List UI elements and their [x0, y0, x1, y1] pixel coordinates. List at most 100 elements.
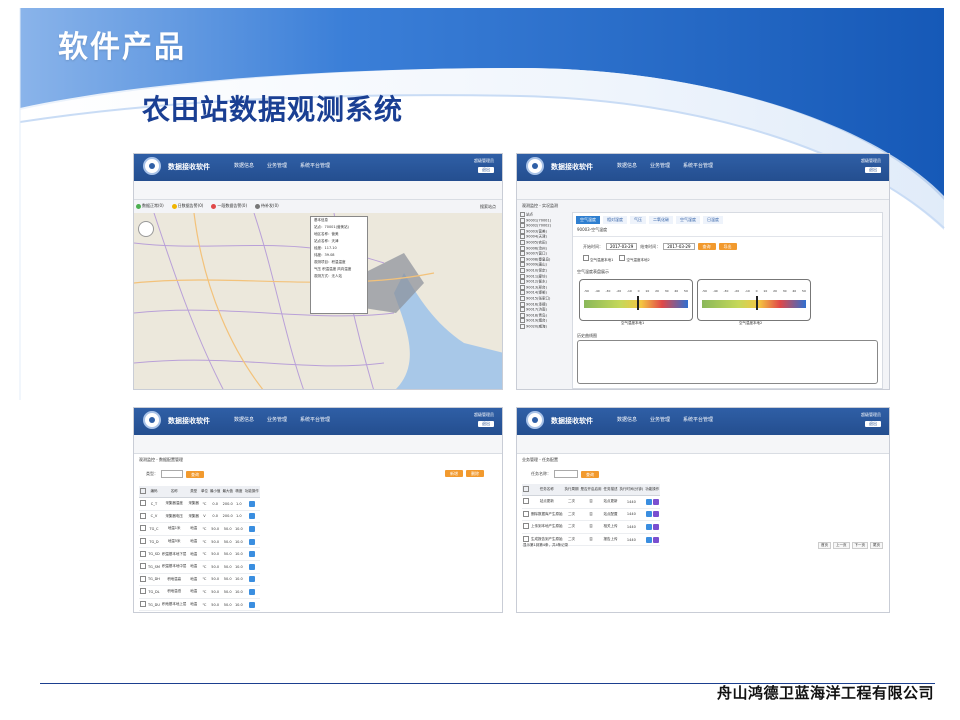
row-checkbox[interactable] — [140, 550, 146, 557]
delete-icon[interactable] — [652, 523, 659, 530]
nav-system[interactable]: 系统平台管理 — [683, 162, 713, 169]
nav-business[interactable]: 业务管理 — [650, 162, 670, 169]
delete-icon[interactable] — [652, 511, 659, 518]
table-row[interactable]: TG_SD 积温基本地下层 地温 ℃ 50.0 50.0 10.0 — [139, 547, 260, 561]
pager-button[interactable]: 尾页 — [870, 542, 883, 549]
row-checkbox-cell[interactable] — [522, 520, 530, 534]
select-all-checkbox[interactable] — [523, 486, 529, 492]
row-checkbox[interactable] — [523, 510, 529, 517]
table-row[interactable]: TG_SM 积温基本地中层 地温 ℃ 50.0 50.0 10.0 — [139, 560, 260, 574]
table-row[interactable]: TG_DL 积地温低 地温 ℃ 50.0 50.0 10.0 — [139, 585, 260, 599]
edit-icon[interactable] — [248, 601, 255, 608]
user-name[interactable]: 超级管理员 — [855, 158, 881, 164]
table-row[interactable]: TG_DU 积地基本地上层 地温 ℃ 50.0 50.0 10.0 — [139, 598, 260, 612]
query-button[interactable]: 查询 — [697, 243, 716, 250]
legend-daily-alarm[interactable]: 日数据告警(0) — [171, 203, 203, 209]
row-checkbox[interactable] — [140, 601, 146, 608]
row-checkbox-cell[interactable] — [139, 610, 147, 612]
nav-data-info[interactable]: 数据信息 — [234, 162, 254, 169]
table-row[interactable]: C_V 采集器电压 采集器 V 0.0 200.0 1.0 — [139, 510, 260, 524]
row-checkbox-cell[interactable] — [522, 508, 530, 522]
row-checkbox[interactable] — [140, 575, 146, 582]
row-checkbox-cell[interactable] — [139, 522, 147, 536]
logout-button[interactable]: 退出 — [478, 167, 494, 173]
export-button[interactable]: 导出 — [718, 243, 737, 250]
row-checkbox-cell[interactable] — [139, 510, 147, 524]
nav-system[interactable]: 系统平台管理 — [300, 416, 330, 423]
edit-icon[interactable] — [248, 576, 255, 583]
nav-business[interactable]: 业务管理 — [267, 162, 287, 169]
row-checkbox-cell[interactable] — [139, 585, 147, 599]
edit-icon[interactable] — [645, 498, 652, 505]
row-checkbox[interactable] — [140, 525, 146, 532]
edit-icon[interactable] — [248, 563, 255, 570]
nav-system[interactable]: 系统平台管理 — [300, 162, 330, 169]
tree-item[interactable]: 90020(威海) — [520, 324, 568, 330]
table-row[interactable]: 站点更新 二次否站点更新 1440 — [522, 495, 661, 509]
tab-air-temp[interactable]: 空气温度 — [576, 216, 600, 224]
task-name-input[interactable] — [554, 470, 578, 478]
pager-button[interactable]: 上一页 — [833, 542, 850, 549]
end-date-input[interactable]: 2017-03-29 — [663, 243, 695, 250]
row-checkbox-cell[interactable] — [139, 560, 147, 574]
row-checkbox[interactable] — [140, 588, 146, 595]
station-tree[interactable]: 站点 90001(70001) 90002(70002) 90003(营美) 90004… — [520, 212, 568, 329]
legend-segment-alarm[interactable]: 一段数据告警(0) — [211, 203, 247, 209]
nav-system[interactable]: 系统平台管理 — [683, 416, 713, 423]
map-zoom-control[interactable] — [138, 221, 154, 237]
edit-icon[interactable] — [248, 538, 255, 545]
row-checkbox[interactable] — [140, 512, 146, 519]
edit-icon[interactable] — [248, 513, 255, 520]
user-name[interactable]: 超级管理员 — [468, 412, 494, 418]
query-button[interactable]: 查询 — [581, 470, 599, 478]
row-checkbox-cell[interactable] — [139, 573, 147, 587]
table-row[interactable]: 删除数据库产生原始 二次否站点配置 1440 — [522, 508, 661, 522]
nav-data-info[interactable]: 数据信息 — [617, 162, 637, 169]
table-row[interactable]: TG_D 地温5米 地温 ℃ 50.0 50.0 10.0 — [139, 535, 260, 549]
legend-normal[interactable]: 数据正常(0) — [136, 203, 164, 209]
table-row[interactable]: 上传到本地产生原始 二次否相关上传 1440 — [522, 520, 661, 534]
edit-icon[interactable] — [248, 588, 255, 595]
table-row[interactable]: TG_M地温中层地温℃50.050.010.0 — [139, 610, 260, 612]
logout-button[interactable]: 退出 — [865, 421, 881, 427]
logout-button[interactable]: 退出 — [478, 421, 494, 427]
check-local-2[interactable]: 空气温度本地2 — [619, 255, 650, 263]
pager-button[interactable]: 首页 — [818, 542, 831, 549]
row-checkbox[interactable] — [140, 538, 146, 545]
pager-button[interactable]: 下一页 — [851, 542, 868, 549]
legend-resend[interactable]: 待补发(0) — [255, 203, 279, 209]
logout-button[interactable]: 退出 — [865, 167, 881, 173]
map-canvas[interactable]: 基本信息 站点：70001(营美站) 地区名称：营美 站点名称：天津 经度：11… — [134, 213, 502, 389]
edit-icon[interactable] — [645, 523, 652, 530]
row-checkbox[interactable] — [523, 498, 529, 505]
edit-icon[interactable] — [248, 500, 255, 507]
row-checkbox-cell[interactable] — [139, 598, 147, 612]
check-local-1[interactable]: 空气温度本地1 — [583, 255, 613, 263]
edit-icon[interactable] — [645, 511, 652, 518]
start-date-input[interactable]: 2017-03-29 — [606, 243, 638, 250]
edit-icon[interactable] — [248, 551, 255, 558]
row-checkbox-cell[interactable] — [139, 535, 147, 549]
user-name[interactable]: 超级管理员 — [855, 412, 881, 418]
nav-data-info[interactable]: 数据信息 — [617, 416, 637, 423]
tab-humidity[interactable]: 相对湿度 — [603, 216, 627, 224]
delete-button[interactable]: 删除 — [466, 470, 484, 477]
row-checkbox[interactable] — [523, 523, 529, 530]
table-row[interactable]: C_T 采集器温度 采集器 ℃ 0.0 200.0 1.0 — [139, 497, 260, 511]
edit-icon[interactable] — [248, 525, 255, 532]
add-button[interactable]: 新增 — [445, 470, 463, 477]
tab-co2[interactable]: 二氧化碳 — [649, 216, 673, 224]
tab-day-temp[interactable]: 日温度 — [703, 216, 723, 224]
user-name[interactable]: 超级管理员 — [468, 158, 494, 164]
map-search-button[interactable]: 搜索站点 — [480, 204, 496, 210]
nav-data-info[interactable]: 数据信息 — [234, 416, 254, 423]
tab-pressure[interactable]: 气压 — [630, 216, 646, 224]
row-checkbox[interactable] — [140, 563, 146, 570]
row-checkbox[interactable] — [140, 500, 146, 507]
table-row[interactable]: TG_C 地温1米 地温 ℃ 50.0 50.0 10.0 — [139, 522, 260, 536]
type-select[interactable] — [161, 470, 183, 478]
nav-business[interactable]: 业务管理 — [267, 416, 287, 423]
row-checkbox-cell[interactable] — [139, 497, 147, 511]
select-all-checkbox[interactable] — [140, 488, 146, 494]
tab-air-humidity[interactable]: 空气湿度 — [676, 216, 700, 224]
